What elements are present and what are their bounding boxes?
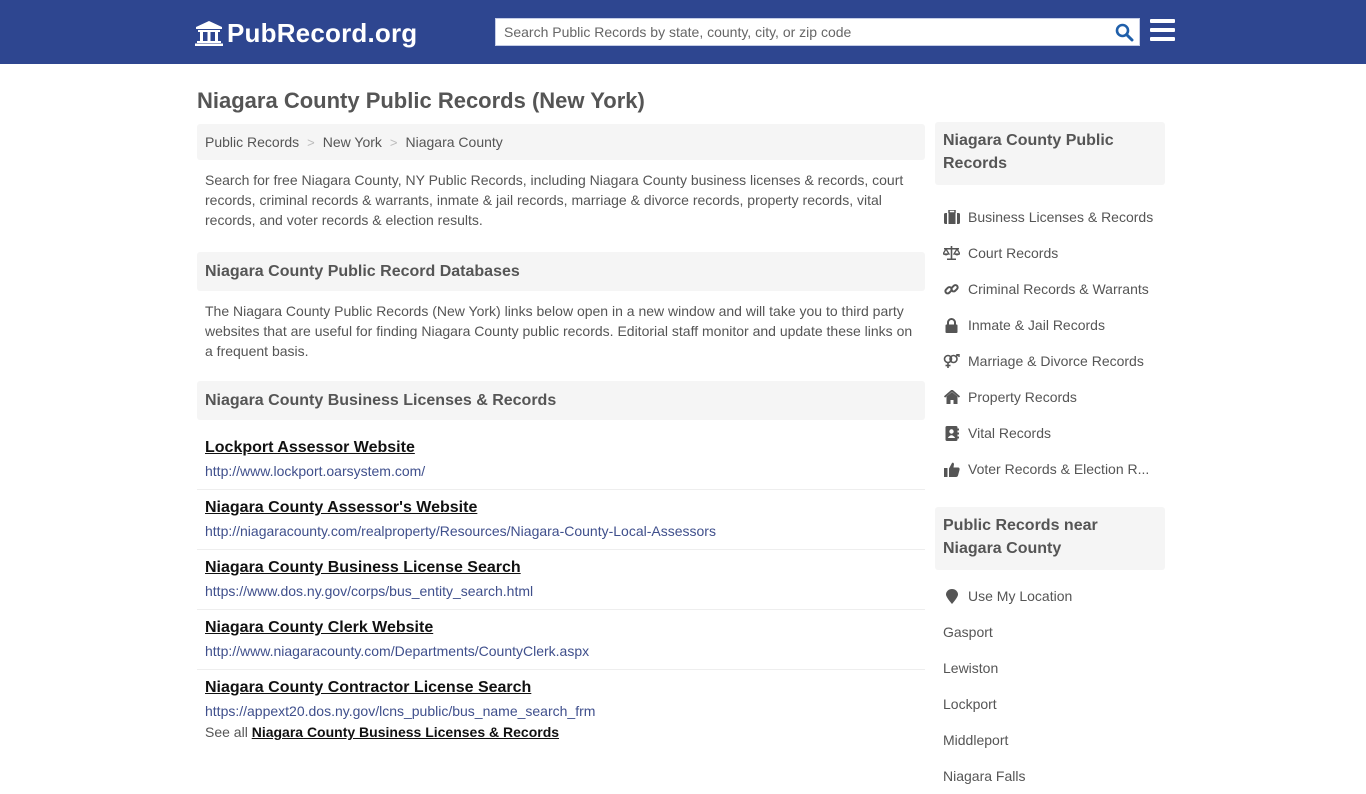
sidebar: Niagara County Public Records Business L… bbox=[935, 122, 1165, 794]
breadcrumb-separator: > bbox=[307, 134, 315, 150]
venus-mars-icon bbox=[943, 353, 960, 368]
business-licenses-heading: Niagara County Business Licenses & Recor… bbox=[197, 381, 925, 420]
menu-bar bbox=[1150, 37, 1175, 41]
sidebar-item-court-records[interactable]: Court Records bbox=[935, 235, 1165, 271]
record-link-url: http://www.lockport.oarsystem.com/ bbox=[205, 463, 426, 479]
breadcrumb: Public Records > New York > Niagara Coun… bbox=[197, 124, 925, 160]
sidebar-item-label: Criminal Records & Warrants bbox=[968, 281, 1149, 297]
record-link-title[interactable]: Niagara County Assessor's Website bbox=[205, 498, 477, 518]
record-link-title[interactable]: Niagara County Business License Search bbox=[205, 558, 521, 578]
breadcrumb-separator: > bbox=[389, 134, 398, 150]
search-bar bbox=[495, 18, 1140, 46]
sidebar-item-label: Inmate & Jail Records bbox=[968, 317, 1105, 333]
databases-description: The Niagara County Public Records (New Y… bbox=[205, 303, 913, 359]
search-input[interactable] bbox=[496, 19, 1109, 45]
sidebar-item-label: Business Licenses & Records bbox=[968, 209, 1154, 225]
main-content: Public Records > New York > Niagara Coun… bbox=[197, 124, 925, 740]
sidebar-item-business-licenses[interactable]: Business Licenses & Records bbox=[935, 199, 1165, 235]
address-book-icon bbox=[945, 425, 959, 441]
sidebar-item-voter-records[interactable]: Voter Records & Election R... bbox=[935, 451, 1165, 487]
logo-text: PubRecord.org bbox=[227, 17, 418, 48]
record-link-url: https://appext20.dos.ny.gov/lcns_public/… bbox=[205, 703, 596, 719]
record-link-title[interactable]: Lockport Assessor Website bbox=[205, 438, 415, 458]
nearby-place-link[interactable]: Lockport bbox=[935, 686, 1165, 722]
nearby-place-link[interactable]: Middleport bbox=[935, 722, 1165, 758]
sidebar-item-label: Marriage & Divorce Records bbox=[968, 353, 1144, 369]
record-link-url: http://www.niagaracounty.com/Departments… bbox=[205, 643, 590, 659]
briefcase-icon bbox=[943, 210, 960, 224]
list-item: Lockport Assessor Website http://www.loc… bbox=[197, 430, 925, 490]
databases-heading: Niagara County Public Record Databases bbox=[197, 252, 925, 291]
see-all-row: See all Niagara County Business Licenses… bbox=[197, 724, 925, 740]
use-my-location-label: Use My Location bbox=[968, 588, 1073, 604]
hamburger-menu-button[interactable] bbox=[1150, 19, 1175, 43]
thumbs-up-icon bbox=[943, 462, 960, 477]
search-icon bbox=[1115, 23, 1133, 41]
breadcrumb-niagara-county[interactable]: Niagara County bbox=[406, 134, 503, 150]
sidebar-records-list: Business Licenses & Records Court Record… bbox=[935, 199, 1165, 487]
sidebar-item-label: Court Records bbox=[968, 245, 1059, 261]
nearby-place-link[interactable]: Niagara Falls bbox=[935, 758, 1165, 794]
see-all-link[interactable]: Niagara County Business Licenses & Recor… bbox=[252, 724, 559, 740]
sidebar-item-property-records[interactable]: Property Records bbox=[935, 379, 1165, 415]
sidebar-item-label: Property Records bbox=[968, 389, 1077, 405]
sidebar-item-inmate-records[interactable]: Inmate & Jail Records bbox=[935, 307, 1165, 343]
lock-icon bbox=[945, 317, 958, 333]
menu-bar bbox=[1150, 28, 1175, 32]
use-my-location-button[interactable]: Use My Location bbox=[935, 578, 1165, 614]
see-all-prefix: See all bbox=[205, 724, 248, 740]
sidebar-item-vital-records[interactable]: Vital Records bbox=[935, 415, 1165, 451]
sidebar-item-marriage-records[interactable]: Marriage & Divorce Records bbox=[935, 343, 1165, 379]
sidebar-item-criminal-records[interactable]: Criminal Records & Warrants bbox=[935, 271, 1165, 307]
sidebar-item-label: Vital Records bbox=[968, 425, 1052, 441]
list-item: Niagara County Clerk Website http://www.… bbox=[197, 610, 925, 670]
record-link-url: http://niagaracounty.com/realproperty/Re… bbox=[205, 523, 716, 539]
balance-scale-icon bbox=[943, 246, 960, 260]
nearby-places-list: Use My Location Gasport Lewiston Lockpor… bbox=[935, 578, 1165, 794]
list-item: Niagara County Assessor's Website http:/… bbox=[197, 490, 925, 550]
menu-bar bbox=[1150, 19, 1175, 23]
business-links-list: Lockport Assessor Website http://www.loc… bbox=[197, 430, 925, 729]
map-marker-icon bbox=[945, 588, 958, 604]
sidebar-near-heading: Public Records near Niagara County bbox=[935, 507, 1165, 570]
list-item: Niagara County Business License Search h… bbox=[197, 550, 925, 610]
search-button[interactable] bbox=[1109, 19, 1139, 45]
nearby-place-link[interactable]: Lewiston bbox=[935, 650, 1165, 686]
courthouse-icon bbox=[195, 21, 223, 46]
home-icon bbox=[943, 390, 960, 404]
breadcrumb-new-york[interactable]: New York bbox=[323, 134, 382, 150]
sidebar-records-heading: Niagara County Public Records bbox=[935, 122, 1165, 185]
top-navigation-bar: PubRecord.org bbox=[0, 0, 1366, 64]
record-link-title[interactable]: Niagara County Clerk Website bbox=[205, 618, 433, 638]
list-item: Niagara County Contractor License Search… bbox=[197, 670, 925, 729]
link-icon bbox=[944, 283, 959, 294]
sidebar-item-label: Voter Records & Election R... bbox=[968, 461, 1150, 477]
page-title: Niagara County Public Records (New York) bbox=[197, 88, 645, 113]
record-link-title[interactable]: Niagara County Contractor License Search bbox=[205, 678, 531, 698]
record-link-url: https://www.dos.ny.gov/corps/bus_entity_… bbox=[205, 583, 534, 599]
breadcrumb-public-records[interactable]: Public Records bbox=[205, 134, 299, 150]
site-logo[interactable]: PubRecord.org bbox=[195, 17, 417, 49]
intro-paragraph: Search for free Niagara County, NY Publi… bbox=[205, 172, 904, 228]
nearby-place-link[interactable]: Gasport bbox=[935, 614, 1165, 650]
